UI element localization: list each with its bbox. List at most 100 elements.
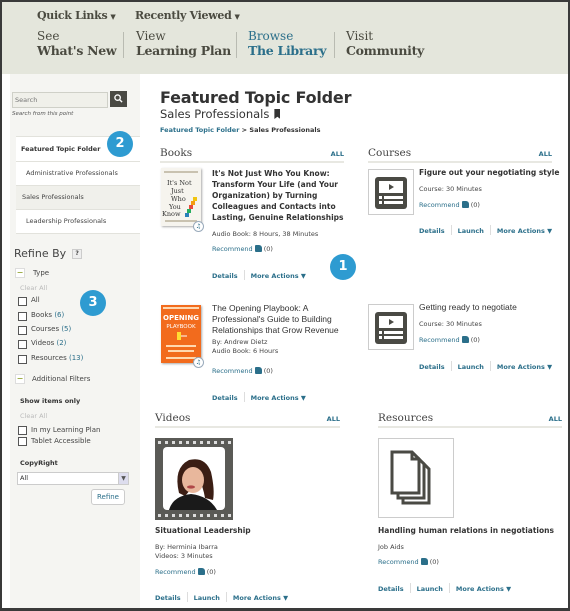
nav-community[interactable]: Visit Community bbox=[346, 29, 436, 59]
more-actions-link[interactable]: More Actions ▼ bbox=[497, 363, 552, 371]
audio-headphones-icon: ♫ bbox=[193, 221, 204, 232]
book-cover-its-not-just-who-you-know[interactable]: It's Not Just Who You Know bbox=[161, 168, 201, 226]
book-1-actions: Details More Actions ▼ bbox=[212, 270, 306, 280]
details-link[interactable]: Details bbox=[155, 594, 181, 602]
topic-administrative-professionals[interactable]: Administrative Professionals bbox=[16, 161, 140, 185]
copyright-value: All bbox=[20, 474, 29, 482]
breadcrumb-link-featured[interactable]: Featured Topic Folder bbox=[160, 126, 239, 134]
nav-small-label: Visit bbox=[346, 29, 374, 43]
nav-learning-plan[interactable]: View Learning Plan bbox=[136, 29, 243, 59]
bookmark-icon[interactable] bbox=[274, 109, 281, 119]
more-actions-link[interactable]: More Actions ▼ bbox=[233, 594, 288, 602]
book-author-2: By: Andrew Dietz bbox=[212, 338, 268, 346]
course-video-icon bbox=[375, 312, 407, 344]
filter-label: Resources bbox=[31, 354, 67, 362]
recommend-course-1[interactable]: Recommend (0) bbox=[419, 201, 480, 209]
details-link[interactable]: Details bbox=[212, 272, 238, 280]
details-link[interactable]: Details bbox=[419, 363, 445, 371]
books-all-link[interactable]: ALL bbox=[331, 150, 344, 158]
filter-count: (13) bbox=[68, 354, 84, 362]
svg-text:Who: Who bbox=[171, 195, 186, 203]
videos-all-link[interactable]: ALL bbox=[327, 415, 340, 423]
dropdown-arrow-icon: ▼ bbox=[234, 12, 240, 21]
more-actions-link[interactable]: More Actions ▼ bbox=[251, 394, 306, 402]
launch-link[interactable]: Launch bbox=[458, 227, 484, 235]
details-link[interactable]: Details bbox=[212, 394, 238, 402]
videos-heading: Videos bbox=[155, 412, 191, 424]
video-title[interactable]: Situational Leadership bbox=[155, 525, 355, 536]
recommend-label: Recommend bbox=[155, 568, 196, 576]
resource-thumbnail[interactable] bbox=[378, 438, 454, 518]
refine-button[interactable]: Refine bbox=[91, 489, 125, 505]
checkbox-tablet-accessible[interactable] bbox=[18, 437, 27, 446]
course-thumbnail-1[interactable] bbox=[368, 169, 414, 215]
divider bbox=[450, 225, 452, 235]
search-button[interactable] bbox=[110, 91, 127, 107]
book-cover-art: OPENING PLAYBOOK bbox=[161, 305, 201, 363]
dropdown-arrow-icon: ▼ bbox=[110, 12, 116, 21]
launch-link[interactable]: Launch bbox=[458, 363, 484, 371]
clear-all-type-link[interactable]: Clear All bbox=[20, 284, 47, 292]
more-actions-link[interactable]: More Actions ▼ bbox=[456, 585, 511, 593]
collapse-type-icon[interactable]: − bbox=[15, 268, 25, 278]
course-video-icon bbox=[375, 177, 407, 209]
filter-count: (5) bbox=[61, 325, 72, 333]
recommend-book-2[interactable]: Recommend (0) bbox=[212, 367, 273, 375]
filter-count: (6) bbox=[54, 311, 65, 319]
svg-text:OPENING: OPENING bbox=[163, 314, 199, 322]
courses-all-link[interactable]: ALL bbox=[539, 150, 552, 158]
audio-headphones-icon: ♫ bbox=[193, 357, 204, 368]
book-title-1[interactable]: It's Not Just Who You Know: Transform Yo… bbox=[212, 168, 362, 223]
nav-the-library[interactable]: Browse The Library bbox=[248, 29, 338, 59]
nav-big-label: What's New bbox=[37, 43, 117, 58]
resources-all-link[interactable]: ALL bbox=[549, 415, 562, 423]
recommend-resource[interactable]: Recommend (0) bbox=[378, 558, 439, 566]
divider bbox=[448, 583, 450, 593]
book-cover-art: It's Not Just Who You Know bbox=[161, 168, 201, 226]
quick-links-menu[interactable]: Quick Links ▼ bbox=[37, 9, 116, 22]
topic-sales-professionals[interactable]: Sales Professionals bbox=[16, 185, 140, 209]
recently-viewed-menu[interactable]: Recently Viewed ▼ bbox=[135, 9, 240, 22]
copyright-select[interactable]: All ▼ bbox=[17, 472, 129, 485]
checkbox-in-learning-plan[interactable] bbox=[18, 426, 27, 435]
recommend-count: (0) bbox=[470, 336, 480, 344]
documents-icon bbox=[390, 450, 431, 505]
recommend-video[interactable]: Recommend (0) bbox=[155, 568, 216, 576]
book-cover-opening-playbook[interactable]: OPENING PLAYBOOK bbox=[161, 305, 201, 363]
checkbox-resources[interactable] bbox=[18, 355, 27, 364]
course-thumbnail-2[interactable] bbox=[368, 304, 414, 350]
page-subtitle: Sales Professionals bbox=[160, 107, 281, 121]
topic-leadership-professionals[interactable]: Leadership Professionals bbox=[16, 209, 140, 234]
course-title-2[interactable]: Getting ready to negotiate bbox=[419, 302, 568, 313]
launch-link[interactable]: Launch bbox=[417, 585, 443, 593]
details-link[interactable]: Details bbox=[419, 227, 445, 235]
resource-title[interactable]: Handling human relations in negotiations bbox=[378, 525, 568, 536]
video-meta: Videos: 3 Minutes bbox=[155, 552, 213, 560]
divider bbox=[450, 361, 452, 371]
book-title-2[interactable]: The Opening Playbook: A Professional's G… bbox=[212, 303, 362, 336]
course-title-1[interactable]: Figure out your negotiating style bbox=[419, 167, 568, 178]
help-icon[interactable]: ? bbox=[72, 249, 83, 259]
checkbox-videos[interactable] bbox=[18, 340, 27, 349]
copyright-label: CopyRight bbox=[20, 459, 58, 467]
svg-text:PLAYBOOK: PLAYBOOK bbox=[166, 324, 196, 330]
recommend-course-2[interactable]: Recommend (0) bbox=[419, 336, 480, 344]
video-thumbnail[interactable] bbox=[155, 438, 233, 520]
recommend-book-1[interactable]: Recommend (0) bbox=[212, 245, 273, 253]
search-input[interactable] bbox=[12, 92, 108, 108]
details-link[interactable]: Details bbox=[378, 585, 404, 593]
checkbox-books[interactable] bbox=[18, 312, 27, 321]
video-author: By: Herminia Ibarra bbox=[155, 543, 218, 551]
collapse-additional-filters-icon[interactable]: − bbox=[15, 374, 25, 384]
clear-all-show-link[interactable]: Clear All bbox=[20, 412, 47, 420]
more-actions-link[interactable]: More Actions ▼ bbox=[497, 227, 552, 235]
nav-small-label: View bbox=[136, 29, 166, 43]
divider bbox=[489, 225, 491, 235]
launch-link[interactable]: Launch bbox=[194, 594, 220, 602]
more-actions-link[interactable]: More Actions ▼ bbox=[251, 272, 306, 280]
filter-all: All bbox=[31, 296, 40, 304]
nav-whats-new[interactable]: See What's New bbox=[37, 30, 128, 59]
checkbox-courses[interactable] bbox=[18, 326, 27, 335]
checkbox-all[interactable] bbox=[18, 297, 27, 306]
nav-small-label: Browse bbox=[248, 29, 294, 43]
